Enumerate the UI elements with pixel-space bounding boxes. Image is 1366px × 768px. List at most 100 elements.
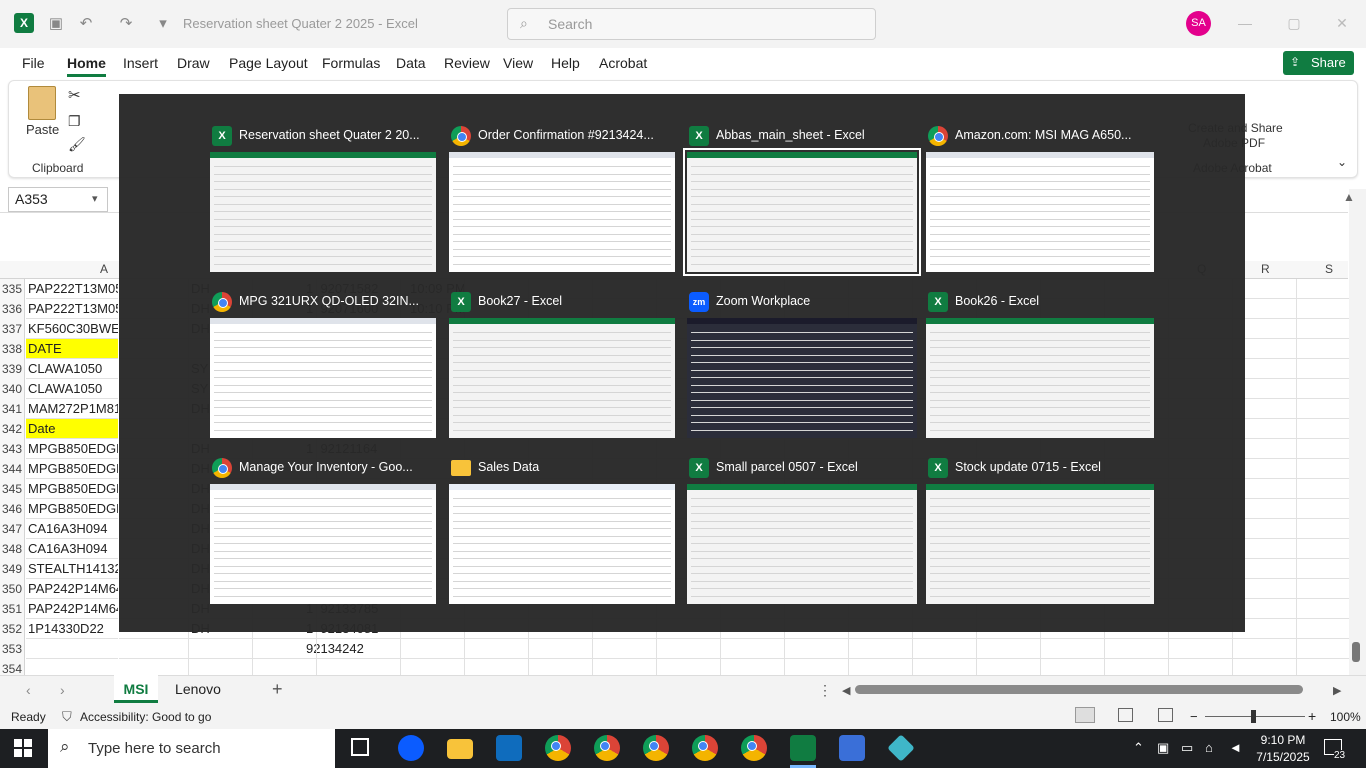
menu-insert[interactable]: Insert bbox=[123, 55, 158, 71]
switcher-window-title[interactable]: Manage Your Inventory - Goo... bbox=[239, 460, 433, 474]
menu-home[interactable]: Home bbox=[67, 55, 106, 77]
calculator-icon[interactable] bbox=[839, 735, 865, 761]
chrome-icon[interactable] bbox=[643, 735, 669, 761]
row-header[interactable]: 340 bbox=[0, 379, 25, 399]
cell-a[interactable] bbox=[26, 639, 118, 659]
minimize-icon[interactable]: — bbox=[1236, 14, 1254, 32]
sheet-options-icon[interactable]: ⋮ bbox=[818, 682, 832, 699]
customize-qat-icon[interactable]: ▾ bbox=[152, 14, 174, 34]
network-icon[interactable]: ⌂ bbox=[1205, 740, 1213, 755]
switcher-window-preview[interactable] bbox=[687, 318, 917, 438]
menu-acrobat[interactable]: Acrobat bbox=[599, 55, 647, 71]
menu-formulas[interactable]: Formulas bbox=[322, 55, 380, 71]
switcher-window-title[interactable]: Stock update 0715 - Excel bbox=[955, 460, 1151, 474]
name-box-dropdown-icon[interactable]: ▾ bbox=[92, 192, 98, 205]
switcher-window-title[interactable]: Order Confirmation #9213424... bbox=[478, 128, 672, 142]
format-painter-icon[interactable]: 🖌 bbox=[68, 136, 86, 153]
zoom-in-icon[interactable]: + bbox=[1308, 708, 1316, 724]
menu-data[interactable]: Data bbox=[396, 55, 426, 71]
taskbar-date[interactable]: 7/15/2025 bbox=[1252, 750, 1314, 764]
prev-sheet-icon[interactable]: ‹ bbox=[26, 682, 31, 698]
row-header[interactable]: 347 bbox=[0, 519, 25, 539]
battery-icon[interactable]: ▭ bbox=[1181, 740, 1193, 756]
row-header[interactable]: 339 bbox=[0, 359, 25, 379]
column-header-r[interactable]: R bbox=[1261, 262, 1270, 276]
outlook-icon[interactable] bbox=[496, 735, 522, 761]
switcher-window-preview[interactable] bbox=[683, 148, 921, 276]
switcher-window-title[interactable]: Sales Data bbox=[478, 460, 672, 474]
cell-a[interactable]: STEALTH1413250 bbox=[26, 559, 118, 579]
redo-icon[interactable]: ↷ bbox=[115, 14, 137, 34]
paste-label[interactable]: Paste bbox=[26, 122, 59, 137]
switcher-window-preview[interactable] bbox=[210, 484, 436, 604]
row-header[interactable]: 335 bbox=[0, 279, 25, 299]
tray-chevron-icon[interactable]: ⌃ bbox=[1133, 740, 1144, 756]
switcher-window-title[interactable]: Reservation sheet Quater 2 20... bbox=[239, 128, 433, 142]
row-header[interactable]: 351 bbox=[0, 599, 25, 619]
vertical-scroll-thumb[interactable] bbox=[1352, 642, 1360, 662]
taskbar-time[interactable]: 9:10 PM bbox=[1252, 733, 1314, 747]
switcher-window-preview[interactable] bbox=[926, 152, 1154, 272]
maximize-icon[interactable]: ▢ bbox=[1285, 14, 1303, 32]
cell-a[interactable]: DATE bbox=[26, 339, 118, 359]
switcher-window-title[interactable]: Abbas_main_sheet - Excel bbox=[716, 128, 914, 142]
cell-d[interactable]: 92134242 bbox=[306, 641, 364, 656]
scroll-right-icon[interactable]: ▶ bbox=[1333, 684, 1341, 697]
cell-a[interactable]: MPGB850EDGETIWIFI bbox=[26, 459, 118, 479]
row-header[interactable]: 353 bbox=[0, 639, 25, 659]
excel-taskbar-icon[interactable] bbox=[790, 735, 816, 761]
cell-a[interactable]: CLAWA1050 bbox=[26, 379, 118, 399]
cell-a[interactable]: MPGB850EDGETIWIFI bbox=[26, 479, 118, 499]
scroll-up-icon[interactable]: ▲ bbox=[1343, 190, 1355, 204]
zoom-taskbar-icon[interactable] bbox=[398, 735, 424, 761]
cell-a[interactable]: MAM272P1M818 bbox=[26, 399, 118, 419]
zoom-level[interactable]: 100% bbox=[1330, 710, 1361, 724]
copy-icon[interactable]: ❐ bbox=[68, 113, 81, 130]
close-icon[interactable]: ✕ bbox=[1333, 14, 1351, 32]
switcher-window-title[interactable]: Small parcel 0507 - Excel bbox=[716, 460, 914, 474]
cell-a[interactable]: KF560C30BWEK2-64 bbox=[26, 319, 118, 339]
cell-a[interactable]: CLAWA1050 bbox=[26, 359, 118, 379]
row-header[interactable]: 350 bbox=[0, 579, 25, 599]
switcher-window-title[interactable]: MPG 321URX QD-OLED 32IN... bbox=[239, 294, 433, 308]
search-placeholder[interactable]: Search bbox=[548, 16, 592, 32]
chrome-icon[interactable] bbox=[594, 735, 620, 761]
page-break-view-icon[interactable] bbox=[1158, 708, 1173, 722]
cell-a[interactable]: Date bbox=[26, 419, 118, 439]
chrome-icon[interactable] bbox=[741, 735, 767, 761]
row-header[interactable]: 343 bbox=[0, 439, 25, 459]
cell-a[interactable]: CA16A3H094 bbox=[26, 519, 118, 539]
row-header[interactable]: 344 bbox=[0, 459, 25, 479]
menu-view[interactable]: View bbox=[503, 55, 533, 71]
horizontal-scroll-thumb[interactable] bbox=[855, 685, 1303, 694]
column-header-s[interactable]: S bbox=[1325, 262, 1333, 276]
menu-file[interactable]: File bbox=[22, 55, 45, 71]
sheet-tab-msi[interactable]: MSI bbox=[114, 675, 158, 703]
undo-icon[interactable]: ↶ bbox=[75, 14, 97, 34]
autosave-icon[interactable]: ▣ bbox=[45, 14, 67, 34]
cell-a[interactable]: PAP242P14M644 bbox=[26, 579, 118, 599]
menu-help[interactable]: Help bbox=[551, 55, 580, 71]
cell-a[interactable]: CA16A3H094 bbox=[26, 539, 118, 559]
volume-icon[interactable]: ◄ bbox=[1229, 740, 1242, 755]
vertical-scrollbar[interactable] bbox=[1349, 189, 1366, 675]
menu-review[interactable]: Review bbox=[444, 55, 490, 71]
menu-page-layout[interactable]: Page Layout bbox=[229, 55, 308, 71]
status-accessibility[interactable]: Accessibility: Good to go bbox=[80, 710, 211, 724]
file-explorer-icon[interactable] bbox=[447, 739, 473, 759]
row-header[interactable]: 342 bbox=[0, 419, 25, 439]
chrome-icon[interactable] bbox=[692, 735, 718, 761]
add-sheet-icon[interactable]: + bbox=[272, 679, 283, 700]
next-sheet-icon[interactable]: › bbox=[60, 682, 65, 698]
cell-a[interactable]: PAP222T13M059 bbox=[26, 279, 118, 299]
row-header[interactable]: 352 bbox=[0, 619, 25, 639]
switcher-window-preview[interactable] bbox=[687, 484, 917, 604]
switcher-window-preview[interactable] bbox=[926, 484, 1154, 604]
tray-meet-icon[interactable]: ▣ bbox=[1157, 740, 1169, 756]
switcher-window-title[interactable]: Amazon.com: MSI MAG A650... bbox=[955, 128, 1151, 142]
row-header[interactable]: 336 bbox=[0, 299, 25, 319]
zoom-out-icon[interactable]: − bbox=[1190, 709, 1198, 724]
avatar[interactable]: SA bbox=[1186, 11, 1211, 36]
menu-draw[interactable]: Draw bbox=[177, 55, 210, 71]
task-view-icon[interactable] bbox=[351, 738, 369, 756]
